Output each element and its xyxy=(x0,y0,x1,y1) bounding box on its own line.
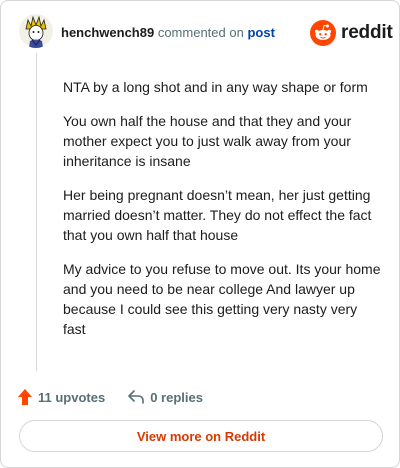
upvotes-count: 11 upvotes xyxy=(38,389,106,405)
replies-button[interactable]: 0 replies xyxy=(127,389,203,405)
thread-line xyxy=(36,53,37,371)
comment-paragraph: NTA by a long shot and in any way shape … xyxy=(63,79,368,95)
reddit-logo-icon xyxy=(310,20,336,46)
replies-count: 0 replies xyxy=(150,389,203,405)
comment-paragraph: Her being pregnant doesn’t mean, her jus… xyxy=(63,187,372,243)
reddit-wordmark: reddit xyxy=(341,22,393,43)
commented-on-text: commented on xyxy=(157,25,244,40)
embed-card: henchwench89 commented on post reddit NT… xyxy=(0,0,400,468)
upvote-button[interactable]: 11 upvotes xyxy=(17,388,105,406)
comment-paragraph: My advice to you refuse to move out. Its… xyxy=(63,261,381,337)
reply-arrow-icon xyxy=(128,390,145,404)
reddit-logo[interactable]: reddit xyxy=(310,19,393,47)
avatar[interactable] xyxy=(19,14,53,48)
comment-header: henchwench89 commented on post xyxy=(61,25,275,41)
username-link[interactable]: henchwench89 xyxy=(61,25,154,40)
comment-paragraph: You own half the house and that they and… xyxy=(63,113,352,169)
comment-actions: 11 upvotes 0 replies xyxy=(17,387,203,407)
post-link[interactable]: post xyxy=(247,25,274,40)
view-more-button[interactable]: View more on Reddit xyxy=(19,420,383,452)
comment-body: NTA by a long shot and in any way shape … xyxy=(63,77,381,353)
upvote-arrow-icon xyxy=(18,389,32,405)
